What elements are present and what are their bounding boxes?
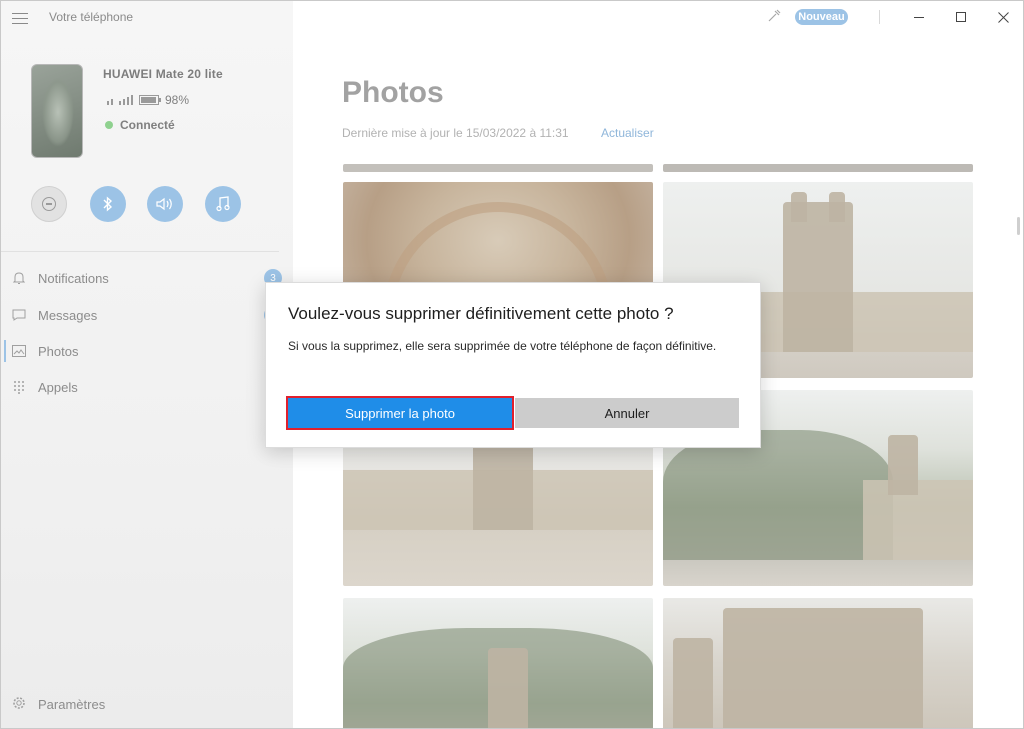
dialog-message: Si vous la supprimez, elle sera supprimé… [288, 339, 717, 353]
volume-button[interactable] [147, 186, 183, 222]
battery-icon [139, 95, 161, 105]
close-icon [997, 11, 1009, 23]
app-title: Votre téléphone [49, 10, 134, 24]
music-button[interactable] [205, 186, 241, 222]
connection-status-label: Connecté [120, 118, 175, 132]
music-note-icon [216, 196, 230, 212]
sidebar-item-label: Messages [38, 307, 98, 323]
refresh-link[interactable]: Actualiser [601, 126, 654, 140]
photo-thumbnail[interactable] [663, 598, 973, 728]
speaker-icon [156, 197, 172, 211]
cancel-button[interactable]: Annuler [515, 398, 739, 428]
app-window: Votre téléphone HUAWEI Mate 20 lite 98% … [0, 0, 1024, 729]
sidebar-item-calls[interactable]: Appels [1, 371, 293, 403]
settings-label: Paramètres [38, 696, 106, 712]
do-not-disturb-button[interactable] [31, 186, 67, 222]
photo-thumbnail[interactable] [343, 598, 653, 728]
sidebar-divider [1, 251, 279, 252]
sidebar-item-notifications[interactable]: Notifications [1, 262, 293, 294]
phone-wallpaper-thumbnail [31, 64, 83, 158]
last-updated-text: Dernière mise à jour le 15/03/2022 à 11:… [342, 126, 569, 140]
dialog-title: Voulez-vous supprimer définitivement cet… [288, 304, 674, 323]
scrollbar-thumb[interactable] [1017, 217, 1020, 235]
photo-thumbnail[interactable] [343, 164, 653, 172]
sidebar-item-label: Photos [38, 343, 79, 359]
sidebar: Votre téléphone HUAWEI Mate 20 lite 98% … [1, 1, 293, 728]
connection-status: Connecté [105, 118, 175, 132]
sidebar-item-settings[interactable]: Paramètres [1, 689, 105, 719]
gear-icon [12, 696, 26, 713]
device-name: HUAWEI Mate 20 lite [103, 67, 223, 81]
minimize-icon [914, 16, 924, 18]
signal-icon [105, 94, 133, 106]
bluetooth-icon [103, 196, 113, 212]
message-icon [12, 308, 26, 322]
hamburger-menu-icon[interactable] [12, 13, 28, 25]
status-dot-icon [105, 121, 113, 129]
new-features-badge[interactable]: Nouveau [795, 9, 848, 25]
photo-thumbnail[interactable] [663, 164, 973, 172]
maximize-icon [956, 12, 966, 22]
do-not-disturb-icon [42, 197, 56, 211]
dialpad-icon [12, 380, 26, 394]
titlebar-separator [879, 10, 880, 24]
sidebar-item-label: Notifications [38, 270, 109, 286]
battery-level: 98% [165, 93, 190, 107]
photo-icon [12, 344, 26, 358]
delete-photo-button[interactable]: Supprimer la photo [286, 396, 514, 430]
bluetooth-button[interactable] [90, 186, 126, 222]
feedback-icon[interactable] [767, 9, 783, 25]
sidebar-item-photos[interactable]: Photos [1, 335, 293, 367]
sidebar-item-messages[interactable]: Messages [1, 299, 293, 331]
device-status-row: 98% [105, 93, 189, 107]
close-button[interactable] [991, 6, 1015, 28]
bell-icon [12, 271, 26, 285]
maximize-button[interactable] [949, 6, 973, 28]
delete-photo-dialog: Voulez-vous supprimer définitivement cet… [265, 282, 761, 448]
sidebar-item-label: Appels [38, 379, 78, 395]
page-title: Photos [342, 76, 444, 109]
minimize-button[interactable] [907, 6, 931, 28]
